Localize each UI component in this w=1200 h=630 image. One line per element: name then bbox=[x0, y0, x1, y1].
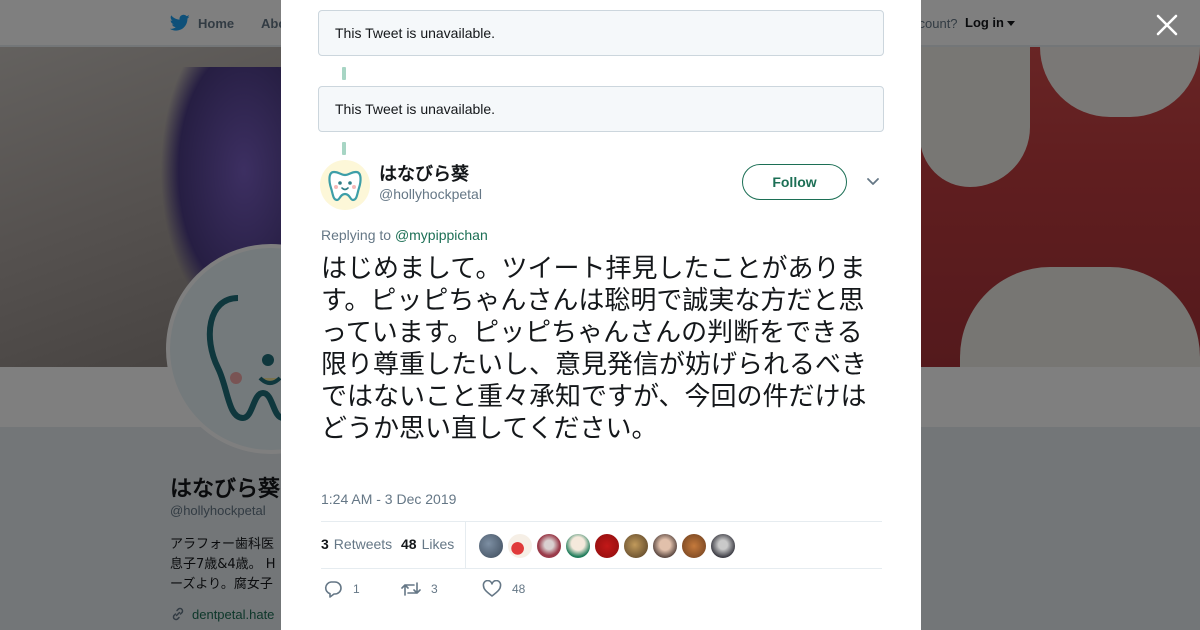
likes-stat[interactable]: 48 Likes bbox=[401, 536, 454, 552]
liker-avatar[interactable] bbox=[536, 533, 562, 559]
thread-connector bbox=[342, 67, 346, 80]
retweets-stat[interactable]: 3 Retweets bbox=[321, 536, 392, 552]
likes-label: Likes bbox=[421, 536, 455, 552]
follow-button[interactable]: Follow bbox=[742, 164, 847, 200]
stats-divider bbox=[465, 522, 466, 569]
liker-avatar[interactable] bbox=[681, 533, 707, 559]
author-handle[interactable]: @hollyhockpetal bbox=[379, 186, 482, 202]
reply-action[interactable]: 1 bbox=[323, 580, 360, 598]
tweet-actions: 1 3 48 bbox=[321, 580, 882, 600]
liker-avatars bbox=[478, 533, 736, 559]
liker-avatar[interactable] bbox=[652, 533, 678, 559]
liker-avatar[interactable] bbox=[710, 533, 736, 559]
like-action[interactable]: 48 bbox=[482, 580, 525, 598]
close-icon[interactable] bbox=[1154, 12, 1180, 38]
liker-avatar[interactable] bbox=[565, 533, 591, 559]
unavailable-tweet-notice: This Tweet is unavailable. bbox=[318, 86, 884, 132]
replying-to: Replying to @mypippichan bbox=[321, 227, 488, 243]
retweets-count: 3 bbox=[321, 536, 329, 552]
author-name[interactable]: はなびら葵 bbox=[379, 160, 469, 186]
tweet-permalink-modal: This Tweet is unavailable. This Tweet is… bbox=[281, 0, 921, 630]
retweet-count: 3 bbox=[431, 582, 438, 596]
retweets-label: Retweets bbox=[333, 536, 393, 552]
retweet-action[interactable]: 3 bbox=[401, 580, 438, 598]
author-avatar[interactable] bbox=[320, 160, 370, 210]
tweet-stats: 3 Retweets 48 Likes bbox=[321, 521, 882, 569]
likes-count: 48 bbox=[401, 536, 417, 552]
liker-avatar[interactable] bbox=[594, 533, 620, 559]
thread-connector bbox=[342, 142, 346, 155]
heart-icon bbox=[482, 580, 502, 597]
replying-prefix: Replying to bbox=[321, 227, 392, 243]
replying-to-mention-link[interactable]: @mypippichan bbox=[395, 227, 488, 243]
chevron-down-icon[interactable] bbox=[866, 176, 880, 188]
tooth-mascot-icon bbox=[328, 170, 362, 202]
reply-icon bbox=[324, 581, 342, 598]
liker-avatar[interactable] bbox=[478, 533, 504, 559]
tweet-timestamp[interactable]: 1:24 AM - 3 Dec 2019 bbox=[321, 491, 456, 507]
reply-count: 1 bbox=[353, 582, 360, 596]
like-count: 48 bbox=[512, 582, 526, 596]
tweet-text: はじめまして。ツイート拝見したことがあります。ピッピちゃんさんは聡明で誠実な方だ… bbox=[321, 254, 868, 444]
unavailable-tweet-notice: This Tweet is unavailable. bbox=[318, 10, 884, 56]
retweet-icon bbox=[401, 582, 421, 596]
liker-avatar[interactable] bbox=[507, 533, 533, 559]
liker-avatar[interactable] bbox=[623, 533, 649, 559]
